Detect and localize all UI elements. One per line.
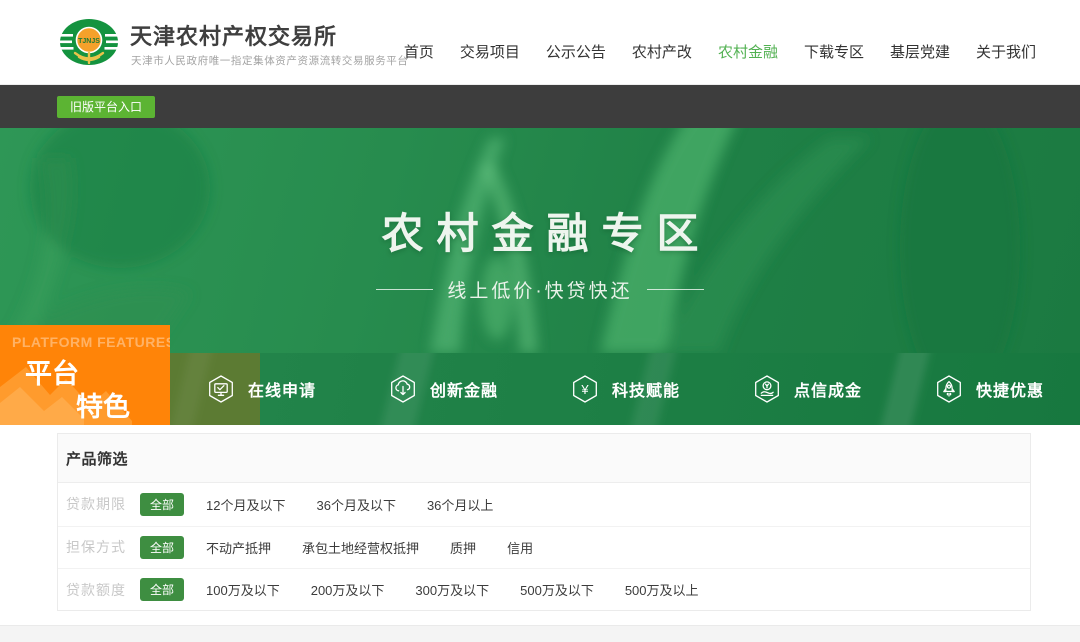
utility-bar: 旧版平台入口: [0, 85, 1080, 128]
filter-row-loan-amount: 贷款额度 全部 100万及以下 200万及以下 300万及以下 500万及以下 …: [58, 568, 1030, 611]
filter-option[interactable]: 12个月及以下: [206, 495, 285, 514]
old-platform-button[interactable]: 旧版平台入口: [57, 96, 155, 118]
filter-all-button[interactable]: 全部: [140, 536, 184, 559]
logo-text: TJNJS: [78, 38, 100, 45]
filter-option[interactable]: 200万及以下: [311, 580, 385, 599]
features-title-1: 平台: [25, 352, 79, 391]
decor-line-right: [647, 289, 704, 290]
filter-row-loan-term: 贷款期限 全部 12个月及以下 36个月及以下 36个月以上: [58, 483, 1030, 526]
feature-label: 点信成金: [794, 377, 862, 401]
page: TJNJS 天津农村产权交易所 天津市人民政府唯一指定集体资产资源流转交易服务平…: [0, 0, 1080, 642]
filter-option[interactable]: 36个月以上: [427, 495, 493, 514]
feature-bar: 在线申请 创新金融 ¥ 科技赋能: [170, 353, 1080, 425]
nav-item-rural-finance[interactable]: 农村金融: [718, 41, 778, 62]
brand-title: 天津农村产权交易所: [130, 19, 337, 51]
feature-credit-to-gold[interactable]: 点信成金: [716, 353, 898, 425]
filter-option[interactable]: 500万及以上: [625, 580, 699, 599]
hero-banner: 农村金融专区 线上低价·快贷快还: [0, 128, 1080, 353]
filter-option[interactable]: 36个月及以下: [316, 495, 395, 514]
product-filter-panel: 产品筛选 贷款期限 全部 12个月及以下 36个月及以下 36个月以上 担保方式…: [57, 433, 1031, 611]
feature-label: 在线申请: [248, 377, 316, 401]
nav-item-rural-reform[interactable]: 农村产改: [632, 41, 692, 62]
decor-line-left: [376, 289, 433, 290]
filter-option[interactable]: 300万及以下: [415, 580, 489, 599]
features-title-2: 特色: [76, 385, 130, 424]
hero-title: 农村金融专区: [0, 200, 1080, 261]
filter-option[interactable]: 不动产抵押: [206, 538, 271, 557]
feature-label: 创新金融: [430, 377, 498, 401]
yuan-hexagon-icon: ¥: [570, 374, 600, 404]
brand-subtitle: 天津市人民政府唯一指定集体资产资源流转交易服务平台: [131, 53, 409, 68]
hero-subtitle-row: 线上低价·快贷快还: [0, 276, 1080, 303]
filter-option[interactable]: 质押: [450, 538, 476, 557]
filter-label: 担保方式: [66, 537, 140, 557]
filter-option[interactable]: 承包土地经营权抵押: [302, 538, 419, 557]
brand-logo[interactable]: TJNJS: [57, 11, 121, 75]
filter-panel-header: 产品筛选: [58, 434, 1030, 483]
nav-item-downloads[interactable]: 下载专区: [804, 41, 864, 62]
site-header: TJNJS 天津农村产权交易所 天津市人民政府唯一指定集体资产资源流转交易服务平…: [0, 0, 1080, 85]
nav-item-home[interactable]: 首页: [404, 41, 434, 62]
footer-strip: [0, 625, 1080, 642]
logo-stripe: [60, 34, 73, 37]
nav-item-announcements[interactable]: 公示公告: [546, 41, 606, 62]
monitor-check-icon: [206, 374, 236, 404]
feature-online-apply[interactable]: 在线申请: [170, 353, 352, 425]
cloud-arrow-icon: [388, 374, 418, 404]
nav-item-projects[interactable]: 交易项目: [460, 41, 520, 62]
features-eyebrow: PLATFORM FEATURES: [12, 334, 170, 350]
hand-coin-icon: [752, 374, 782, 404]
feature-label: 科技赋能: [612, 377, 680, 401]
filter-option[interactable]: 100万及以下: [206, 580, 280, 599]
feature-quick-discount[interactable]: 快捷优惠: [898, 353, 1080, 425]
nav-item-about[interactable]: 关于我们: [976, 41, 1036, 62]
feature-menu: 在线申请 创新金融 ¥ 科技赋能: [170, 353, 1080, 425]
filter-option[interactable]: 500万及以下: [520, 580, 594, 599]
filter-all-button[interactable]: 全部: [140, 493, 184, 516]
svg-text:¥: ¥: [580, 382, 589, 397]
filter-row-guarantee: 担保方式 全部 不动产抵押 承包土地经营权抵押 质押 信用: [58, 526, 1030, 569]
filter-label: 贷款期限: [66, 494, 140, 514]
feature-tech-empower[interactable]: ¥ 科技赋能: [534, 353, 716, 425]
hero-subtitle: 线上低价·快贷快还: [447, 276, 632, 303]
filter-label: 贷款额度: [66, 580, 140, 600]
nav-item-party-building[interactable]: 基层党建: [890, 41, 950, 62]
filter-option[interactable]: 信用: [507, 538, 533, 557]
filter-panel-title: 产品筛选: [66, 448, 128, 469]
feature-label: 快捷优惠: [976, 377, 1044, 401]
filter-all-button[interactable]: 全部: [140, 578, 184, 601]
platform-features-block: PLATFORM FEATURES 平台 特色: [0, 325, 170, 425]
rocket-icon: [934, 374, 964, 404]
main-nav: 首页 交易项目 公示公告 农村产改 农村金融 下载专区 基层党建 关于我们: [404, 41, 1036, 62]
feature-innovative-finance[interactable]: 创新金融: [352, 353, 534, 425]
